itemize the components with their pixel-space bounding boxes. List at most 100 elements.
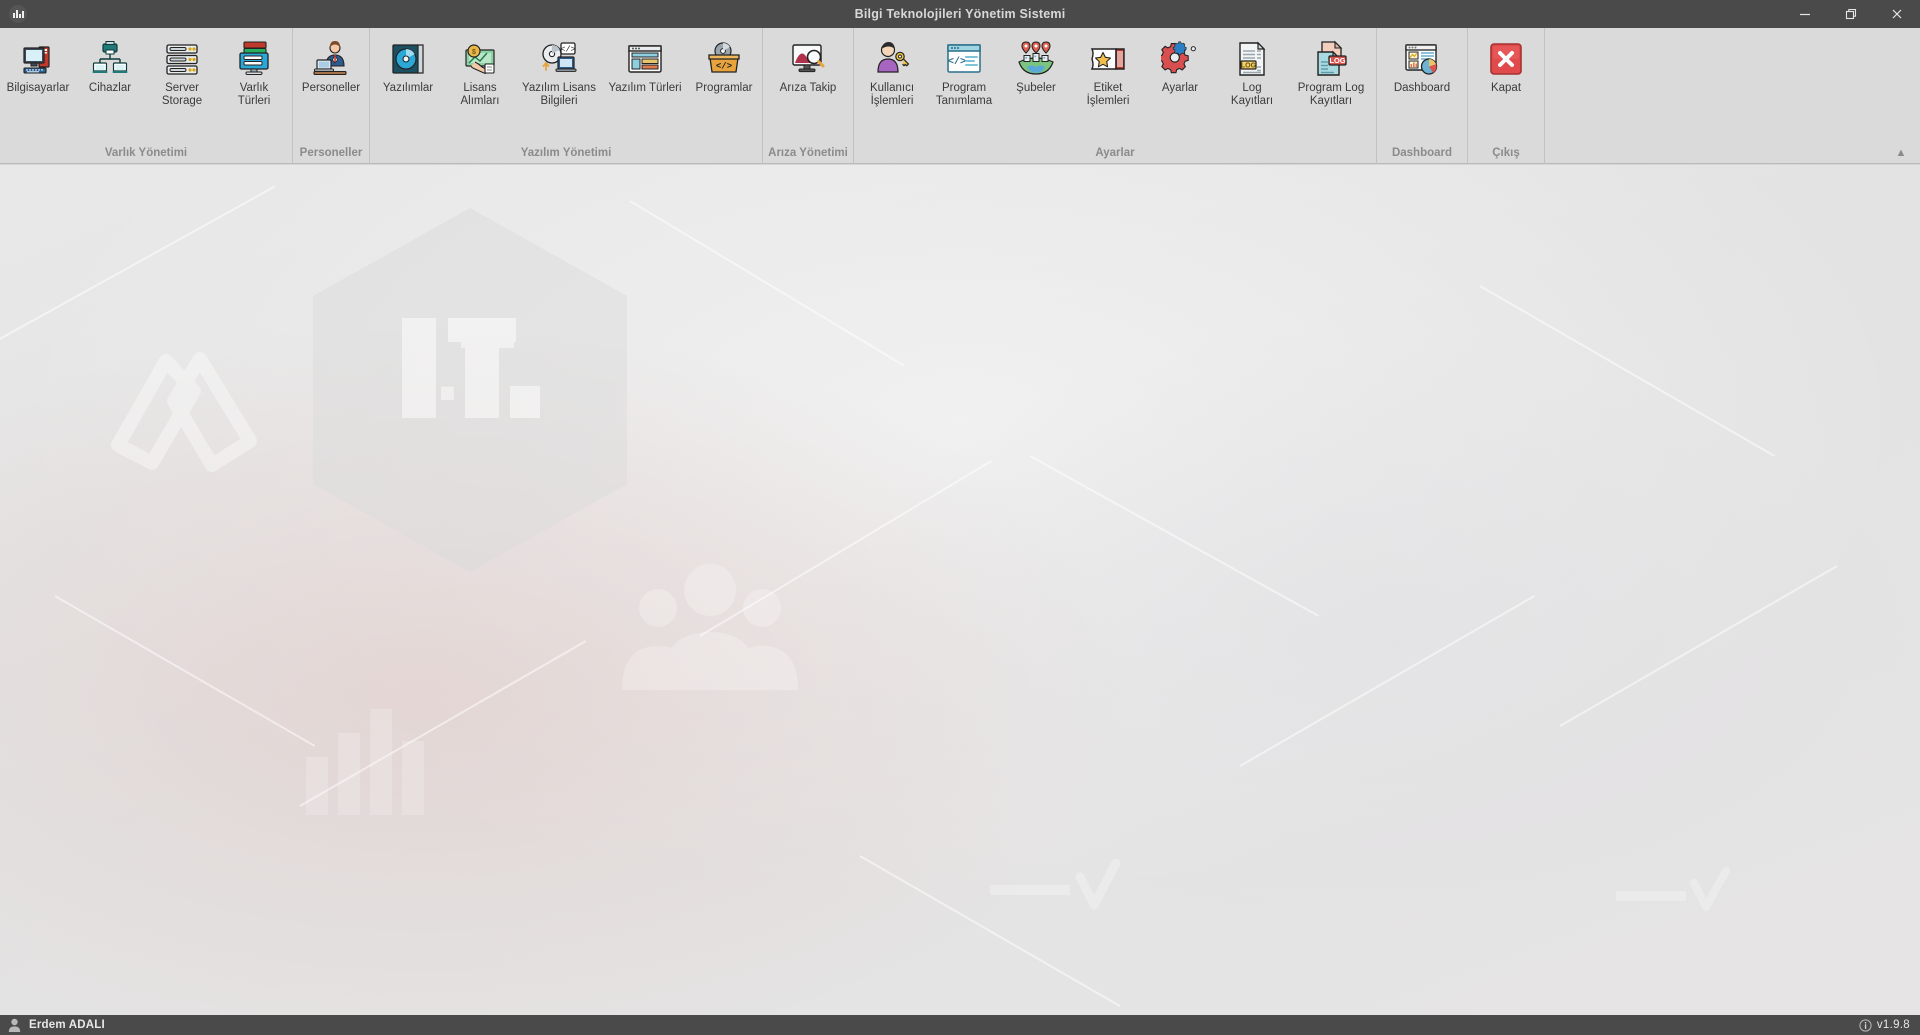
software-types-window-icon (625, 39, 665, 79)
ribbon-button-label: Cihazlar (88, 82, 132, 94)
ribbon-group-label: Arıza Yönetimi (768, 147, 848, 159)
ribbon-button-label: Yazılım Lisans Bilgileri (522, 82, 596, 107)
ribbon-toolbar: Bilgisayarlar Cihazlar Server Storage Va… (0, 28, 1920, 164)
ribbon-button-label: Bilgisayarlar (6, 82, 70, 94)
svg-text:</>: </> (716, 62, 732, 72)
svg-text:</>: </> (560, 45, 575, 55)
info-icon[interactable] (1859, 1018, 1872, 1032)
user-key-icon (872, 39, 912, 79)
ribbon-group-cikis: Kapat Çıkış (1468, 28, 1545, 164)
ribbon-button-dashboard[interactable]: Dashboard (1379, 35, 1465, 96)
ribbon-group-personeller: Personeller Personeller (293, 28, 370, 164)
ribbon-button-label: Arıza Takip (779, 82, 837, 94)
ribbon-group-ariza-yonetimi: Arıza Takip Arıza Yönetimi (763, 28, 854, 164)
handshake-silhouette (111, 352, 257, 472)
ribbon-button-ariza-takip[interactable]: Arıza Takip (765, 35, 851, 96)
software-cd-icon (388, 39, 428, 79)
ribbon-group-label: Ayarlar (1095, 147, 1135, 159)
ribbon-button-subeler[interactable]: Şubeler (1000, 35, 1072, 96)
program-log-records-icon: LOG (1311, 39, 1351, 79)
fault-tracking-icon (788, 39, 828, 79)
ribbon-group-ayarlar: Kullanıcı İşlemleri </> Program Tanımlam… (854, 28, 1377, 164)
ribbon-button-label: Yazılımlar (382, 82, 434, 94)
ribbon-button-label: Kullanıcı İşlemleri (869, 82, 915, 107)
ribbon-collapse-button[interactable]: ▲ (1892, 145, 1910, 161)
bar-chart-silhouette (306, 709, 424, 815)
status-user-name: Erdem ADALI (29, 1019, 105, 1031)
main-workspace: I.T. (0, 165, 1920, 1015)
label-ticket-icon (1088, 39, 1128, 79)
software-license-info-icon: </> (539, 39, 579, 79)
it-hexagon-watermark: I.T. (300, 200, 640, 580)
svg-text:LOG: LOG (1241, 62, 1257, 69)
ribbon-button-label: Server Storage (161, 82, 203, 107)
ribbon-button-personeller[interactable]: Personeller (295, 35, 367, 96)
ribbon-button-program-tanimlama[interactable]: </> Program Tanımlama (928, 35, 1000, 108)
ribbon-button-label: Kapat (1490, 82, 1522, 94)
ribbon-button-kapat[interactable]: Kapat (1470, 35, 1542, 96)
ribbon-group-label: Dashboard (1391, 147, 1453, 159)
ribbon-button-yazilim-turleri[interactable]: Yazılım Türleri (602, 35, 688, 96)
ribbon-button-label: Dashboard (1393, 82, 1451, 94)
devices-network-icon (90, 39, 130, 79)
checkmark-silhouette-2 (1616, 867, 1730, 911)
ribbon-button-server-storage[interactable]: Server Storage (146, 35, 218, 108)
ribbon-button-label: Programlar (695, 82, 753, 94)
dashboard-chart-icon (1402, 39, 1442, 79)
status-bar: Erdem ADALI v1.9.8 (0, 1015, 1920, 1035)
ribbon-button-kullanici-islemleri[interactable]: Kullanıcı İşlemleri (856, 35, 928, 108)
svg-text:I.T.: I.T. (410, 320, 530, 420)
user-icon (8, 1018, 21, 1032)
background-wallpaper: I.T. (0, 165, 1920, 1015)
ribbon-button-label: Yazılım Türleri (608, 82, 682, 94)
ribbon-button-etiket-islemleri[interactable]: Etiket İşlemleri (1072, 35, 1144, 108)
branches-map-icon (1016, 39, 1056, 79)
computer-icon (18, 39, 58, 79)
ribbon-button-label: Şubeler (1016, 82, 1056, 94)
ribbon-empty-area: ▲ (1545, 28, 1920, 164)
ribbon-button-lisans-alimlari[interactable]: $ Lisans Alımları (444, 35, 516, 108)
ribbon-button-label: Program Tanımlama (935, 82, 993, 107)
minimize-button[interactable] (1782, 0, 1828, 28)
window-controls (1782, 0, 1920, 28)
ribbon-button-programlar[interactable]: </> Programlar (688, 35, 760, 96)
ribbon-button-program-log-kayitlari[interactable]: LOG Program Log Kayıtları (1288, 35, 1374, 108)
ribbon-button-varlik-turleri[interactable]: Varlık Türleri (218, 35, 290, 108)
ribbon-button-label: Varlık Türleri (237, 82, 271, 107)
ribbon-group-dashboard: Dashboard Dashboard (1377, 28, 1468, 164)
ribbon-button-label: Log Kayıtları (1230, 82, 1274, 107)
ribbon-button-yazilimlar[interactable]: Yazılımlar (372, 35, 444, 96)
staff-person-icon (311, 39, 351, 79)
ribbon-button-ayarlar[interactable]: Ayarlar (1144, 35, 1216, 96)
people-group-silhouette (622, 564, 798, 690)
gear-settings-icon (1160, 39, 1200, 79)
ribbon-group-label: Personeller (299, 147, 363, 159)
ribbon-group-varlik-yonetimi: Bilgisayarlar Cihazlar Server Storage Va… (0, 28, 293, 164)
close-button[interactable] (1874, 0, 1920, 28)
ribbon-group-label: Varlık Yönetimi (104, 147, 188, 159)
window-title: Bilgi Teknolojileri Yönetim Sistemi (854, 7, 1066, 21)
ribbon-button-label: Etiket İşlemleri (1086, 82, 1130, 107)
ribbon-button-label: Program Log Kayıtları (1297, 82, 1365, 107)
server-storage-icon (162, 39, 202, 79)
asset-types-icon (234, 39, 274, 79)
restore-button[interactable] (1828, 0, 1874, 28)
svg-text:</>: </> (948, 56, 966, 68)
title-bar: Bilgi Teknolojileri Yönetim Sistemi (0, 0, 1920, 28)
ribbon-button-label: Personeller (301, 82, 361, 94)
ribbon-button-log-kayitlari[interactable]: LOG Log Kayıtları (1216, 35, 1288, 108)
ribbon-group-yazilim-yonetimi: Yazılımlar $ Lisans Alımları </> Yazılım… (370, 28, 763, 164)
license-purchase-icon: $ (460, 39, 500, 79)
program-definition-icon: </> (944, 39, 984, 79)
svg-text:$: $ (472, 49, 476, 56)
ribbon-button-bilgisayarlar[interactable]: Bilgisayarlar (2, 35, 74, 96)
status-version: v1.9.8 (1876, 1019, 1910, 1031)
close-red-icon (1486, 39, 1526, 79)
checkmark-silhouette (990, 858, 1120, 910)
app-icon (4, 0, 32, 28)
ribbon-button-label: Ayarlar (1161, 82, 1199, 94)
ribbon-button-cihazlar[interactable]: Cihazlar (74, 35, 146, 96)
ribbon-button-yazilim-lisans-bilgileri[interactable]: </> Yazılım Lisans Bilgileri (516, 35, 602, 108)
ribbon-group-label: Yazılım Yönetimi (520, 147, 612, 159)
ribbon-button-label: Lisans Alımları (460, 82, 500, 107)
